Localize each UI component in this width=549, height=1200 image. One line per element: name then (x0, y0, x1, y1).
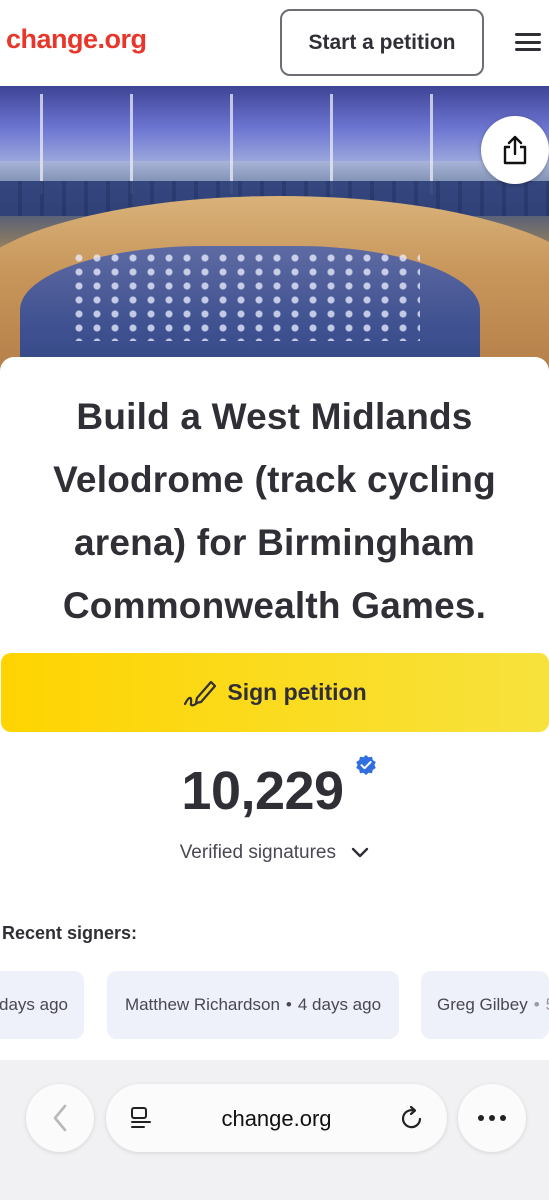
address-bar[interactable]: change.org (106, 1084, 447, 1152)
pen-signature-icon (184, 680, 217, 706)
verified-badge-icon (356, 755, 376, 775)
signer-name: Greg Gilbey (437, 995, 528, 1014)
petition-hero-image (0, 86, 549, 376)
change-org-logo[interactable]: change.org (6, 24, 147, 55)
hero-truss (330, 94, 333, 194)
browser-more-button[interactable] (458, 1084, 526, 1152)
verified-signatures-toggle[interactable]: Verified signatures (0, 842, 549, 864)
recent-signers-heading: Recent signers: (2, 923, 138, 943)
hero-truss (130, 94, 133, 194)
verified-signatures-label: Verified signatures (179, 842, 337, 863)
hero-roof (0, 86, 549, 161)
petition-title: Build a West Midlands Velodrome (track c… (53, 396, 496, 626)
separator-dot: • (285, 995, 292, 1014)
signer-pill: Matthew Richardson • 4 days ago (107, 971, 399, 1039)
signature-count: 10,229 (181, 761, 344, 821)
share-button[interactable] (481, 116, 549, 184)
hero-truss (230, 94, 233, 194)
reload-icon[interactable] (400, 1105, 424, 1131)
hero-truss (430, 94, 433, 194)
signer-pill: days ago (0, 971, 84, 1039)
signer-time: 4 days ago (297, 995, 382, 1014)
hamburger-menu-icon[interactable] (515, 33, 541, 51)
chevron-down-icon (352, 847, 369, 858)
start-petition-button[interactable]: Start a petition (280, 9, 484, 76)
sign-petition-button[interactable]: Sign petition (1, 653, 549, 732)
signer-time: days ago (0, 995, 68, 1014)
share-icon (503, 135, 527, 165)
more-dots-icon (478, 1115, 506, 1121)
browser-back-button[interactable] (26, 1084, 94, 1152)
site-header: change.org Start a petition (0, 0, 549, 86)
url-text: change.org (221, 1106, 332, 1131)
signer-time: 5 (546, 995, 549, 1015)
hero-truss (40, 94, 43, 194)
signer-pill: Greg Gilbey • 5 (421, 971, 549, 1039)
separator-dot: • (533, 995, 540, 1014)
sign-petition-label: Sign petition (227, 679, 367, 705)
hero-tables (70, 251, 420, 341)
chevron-left-icon (53, 1104, 67, 1132)
signer-name: Matthew Richardson (124, 995, 280, 1014)
